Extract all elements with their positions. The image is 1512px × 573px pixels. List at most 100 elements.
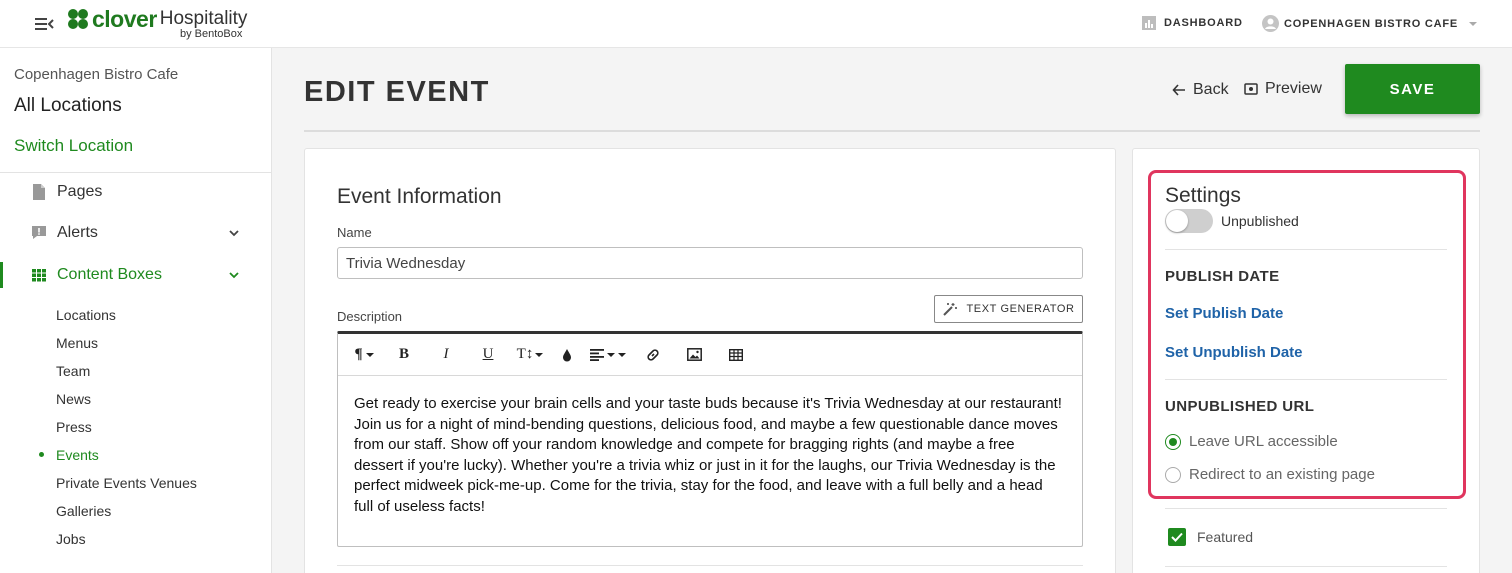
editor-toolbar: ¶ B I U T↕ [338, 334, 1082, 376]
sidebar-item-label: Content Boxes [57, 266, 162, 283]
publish-toggle[interactable] [1165, 209, 1213, 233]
radio-label: Leave URL accessible [1189, 433, 1338, 450]
magic-wand-icon [943, 303, 958, 316]
text-color-button[interactable] [556, 343, 578, 367]
sidebar: Copenhagen Bistro Cafe All Locations Swi… [0, 48, 272, 573]
event-information-card: Event Information Name Description TEXT … [304, 148, 1116, 573]
sidebar-item-label: Alerts [57, 224, 98, 241]
name-label: Name [337, 225, 372, 240]
account-label: COPENHAGEN BISTRO CAFE [1284, 17, 1459, 30]
active-indicator [0, 262, 3, 288]
event-name-input[interactable] [337, 247, 1083, 279]
align-button[interactable] [588, 343, 628, 367]
sidebar-item-alerts[interactable]: Alerts [32, 221, 242, 245]
insert-image-button[interactable] [678, 343, 710, 367]
sidebar-item-label: Pages [57, 183, 103, 200]
bold-button[interactable]: B [388, 343, 420, 367]
menu-collapse-icon[interactable] [33, 14, 55, 34]
featured-label: Featured [1197, 529, 1254, 545]
sidebar-subitem-galleries[interactable]: Galleries [56, 503, 111, 519]
sidebar-subitem-jobs[interactable]: Jobs [56, 531, 86, 547]
dashboard-link[interactable]: DASHBOARD [1141, 15, 1243, 31]
description-text-area[interactable]: Get ready to exercise your brain cells a… [338, 376, 1082, 535]
bar-chart-icon [1142, 16, 1156, 30]
sidebar-subitem-private-events-venues[interactable]: Private Events Venues [56, 475, 197, 491]
account-menu[interactable]: COPENHAGEN BISTRO CAFE [1262, 15, 1478, 32]
italic-icon: I [443, 346, 449, 362]
chevron-down-icon [229, 230, 239, 237]
clover-hospitality-logo[interactable]: clover Hospitality by BentoBox [66, 7, 247, 43]
preview-button[interactable]: Preview [1244, 80, 1322, 98]
chevron-down-icon [229, 272, 239, 279]
radio-button[interactable] [1165, 466, 1181, 483]
back-button[interactable]: Back [1172, 81, 1229, 99]
insert-link-button[interactable] [638, 343, 668, 367]
sidebar-subitem-press[interactable]: Press [56, 419, 92, 435]
active-dot [39, 452, 44, 457]
alert-icon [32, 226, 46, 239]
sidebar-subitem-news[interactable]: News [56, 391, 91, 407]
sidebar-item-pages[interactable]: Pages [32, 180, 242, 204]
sidebar-divider [0, 172, 271, 173]
event-information-title: Event Information [337, 185, 502, 208]
sidebar-item-content-boxes[interactable]: Content Boxes [32, 263, 242, 287]
paragraph-format-button[interactable]: ¶ [350, 343, 378, 367]
save-button[interactable]: SAVE [1345, 64, 1480, 114]
preview-label: Preview [1265, 80, 1322, 97]
font-size-icon: T↕ [516, 346, 534, 362]
unpublished-url-heading: UNPUBLISHED URL [1165, 398, 1315, 415]
caret-down-icon [1469, 21, 1478, 26]
description-editor: ¶ B I U T↕ Get ready to exercise your br… [337, 331, 1083, 547]
logo-name: clover [92, 6, 157, 32]
set-publish-date-link[interactable]: Set Publish Date [1165, 305, 1283, 322]
set-unpublish-date-link[interactable]: Set Unpublish Date [1165, 344, 1303, 361]
insert-table-button[interactable] [720, 343, 752, 367]
font-size-button[interactable]: T↕ [514, 343, 546, 367]
toggle-knob [1166, 210, 1188, 232]
page-icon [33, 184, 45, 200]
logo-product: Hospitality [159, 8, 248, 29]
image-icon [686, 348, 702, 361]
settings-divider [1165, 379, 1447, 380]
caret-down-icon [618, 352, 626, 357]
settings-divider [1165, 566, 1447, 567]
sidebar-all-locations[interactable]: All Locations [14, 95, 122, 117]
featured-checkbox-row[interactable]: Featured [1168, 528, 1253, 546]
color-drop-icon [563, 348, 571, 361]
preview-eye-icon [1244, 83, 1258, 95]
underline-icon: U [482, 346, 494, 362]
settings-divider [1165, 508, 1447, 509]
top-bar: clover Hospitality by BentoBox DASHBOARD… [0, 0, 1512, 48]
description-label: Description [337, 309, 403, 324]
sidebar-subitem-locations[interactable]: Locations [56, 307, 116, 323]
user-avatar-icon [1262, 15, 1279, 32]
radio-redirect-existing-page[interactable]: Redirect to an existing page [1165, 466, 1375, 483]
clover-logo-icon [68, 9, 88, 29]
radio-button-selected[interactable] [1165, 433, 1181, 450]
card-divider [337, 565, 1083, 566]
featured-checkbox[interactable] [1168, 528, 1186, 546]
publish-date-heading: PUBLISH DATE [1165, 268, 1280, 285]
align-left-icon [590, 348, 604, 361]
sidebar-org-name: Copenhagen Bistro Cafe [14, 66, 179, 83]
publish-status-label: Unpublished [1221, 213, 1299, 229]
sidebar-subitem-menus[interactable]: Menus [56, 335, 98, 351]
switch-location-link[interactable]: Switch Location [14, 136, 133, 156]
bold-icon: B [398, 346, 409, 362]
dashboard-label: DASHBOARD [1164, 17, 1243, 29]
sidebar-subitem-events[interactable]: Events [56, 447, 99, 463]
italic-button[interactable]: I [430, 343, 462, 367]
grid-icon [32, 269, 46, 282]
caret-down-icon [365, 352, 374, 357]
checkmark-icon [1171, 532, 1183, 542]
underline-button[interactable]: U [472, 343, 504, 367]
radio-label: Redirect to an existing page [1189, 466, 1375, 483]
arrow-left-icon [1172, 84, 1185, 96]
sidebar-subitem-team[interactable]: Team [56, 363, 90, 379]
header-divider [304, 130, 1480, 132]
logo-byline: by BentoBox [180, 28, 243, 40]
paragraph-icon: ¶ [354, 346, 363, 362]
text-generator-button[interactable]: TEXT GENERATOR [934, 295, 1083, 323]
radio-leave-url-accessible[interactable]: Leave URL accessible [1165, 433, 1338, 450]
text-generator-label: TEXT GENERATOR [966, 303, 1075, 315]
